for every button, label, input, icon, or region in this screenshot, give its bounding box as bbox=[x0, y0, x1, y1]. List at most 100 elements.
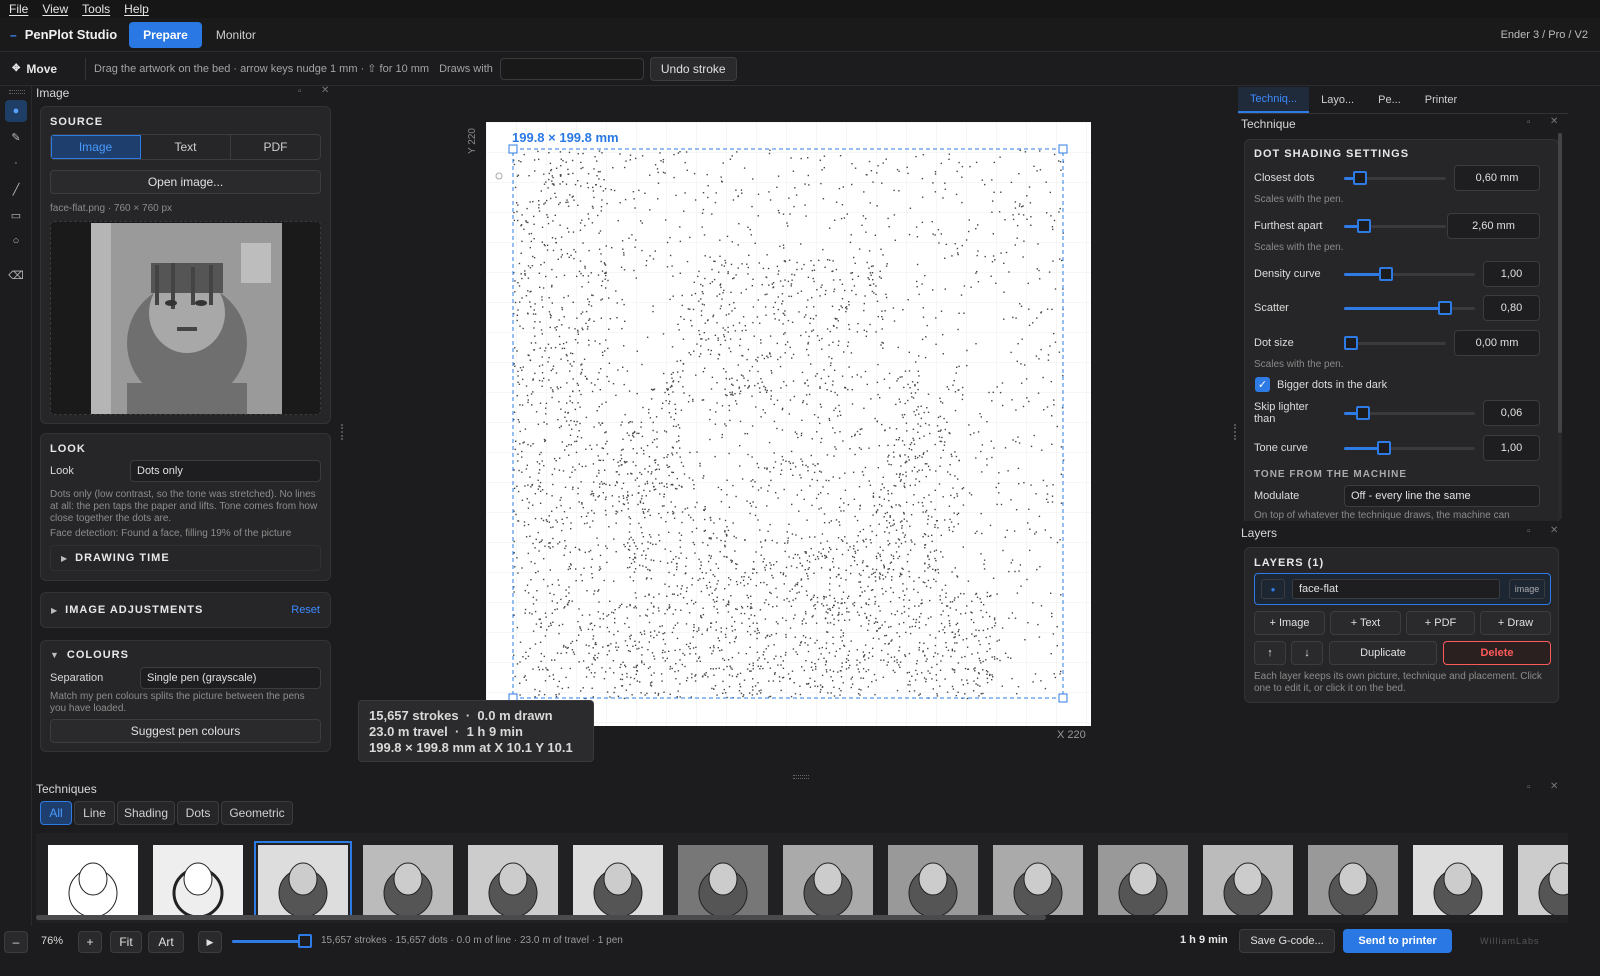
setting-slider[interactable] bbox=[1344, 336, 1446, 350]
slider-knob[interactable] bbox=[1357, 219, 1372, 233]
setting-value-field[interactable]: 0,80 bbox=[1483, 295, 1540, 321]
setting-value-field[interactable]: 0,60 mm bbox=[1454, 165, 1540, 191]
drag-handle-icon[interactable] bbox=[9, 90, 25, 94]
technique-thumbnail[interactable] bbox=[48, 845, 138, 915]
zoom-out-button[interactable]: – bbox=[4, 931, 28, 953]
tab-printer[interactable]: Printer bbox=[1413, 94, 1469, 106]
pane-close-icon[interactable]: ✕ bbox=[1550, 525, 1558, 536]
move-up-button[interactable]: ↑ bbox=[1254, 641, 1286, 665]
slider-knob[interactable] bbox=[1352, 171, 1367, 185]
setting-slider[interactable] bbox=[1344, 219, 1446, 233]
technique-thumbnail[interactable] bbox=[888, 845, 978, 915]
slider-knob[interactable] bbox=[1376, 441, 1391, 455]
visibility-icon[interactable]: ● bbox=[1261, 579, 1285, 599]
look-select[interactable]: Dots only bbox=[130, 460, 321, 482]
technique-thumbnail[interactable] bbox=[573, 845, 663, 915]
reset-button[interactable]: Reset bbox=[291, 604, 320, 616]
tab-technique[interactable]: Techniq... bbox=[1238, 86, 1310, 113]
tab-monitor[interactable]: Monitor bbox=[202, 22, 270, 48]
open-image-button[interactable]: Open image... bbox=[50, 170, 321, 194]
rectangle-icon[interactable]: ▭ bbox=[5, 204, 27, 226]
setting-value-field[interactable]: 1,00 bbox=[1483, 435, 1540, 461]
duplicate-button[interactable]: Duplicate bbox=[1329, 641, 1437, 665]
technique-thumbnail[interactable] bbox=[1308, 845, 1398, 915]
print-bed[interactable]: 199.8 × 199.8 mm bbox=[486, 122, 1091, 726]
pane-close-icon[interactable]: ✕ bbox=[321, 85, 329, 96]
cursor-icon[interactable]: ● bbox=[5, 100, 27, 122]
tab-layout[interactable]: Layo... bbox=[1309, 94, 1366, 106]
slider-knob[interactable] bbox=[1379, 267, 1394, 281]
technique-thumbnail[interactable] bbox=[993, 845, 1083, 915]
delete-button[interactable]: Delete bbox=[1443, 641, 1551, 665]
separation-select[interactable]: Single pen (grayscale) bbox=[140, 667, 321, 689]
setting-value-field[interactable]: 2,60 mm bbox=[1447, 213, 1540, 239]
technique-thumbnail[interactable] bbox=[254, 841, 352, 919]
technique-thumbnail[interactable] bbox=[678, 845, 768, 915]
image-adjustments-panel[interactable]: ▶ IMAGE ADJUSTMENTS Reset bbox=[40, 592, 331, 628]
suggest-pen-colours-button[interactable]: Suggest pen colours bbox=[50, 719, 321, 743]
layer-name-field[interactable]: face-flat bbox=[1292, 579, 1500, 599]
art-button[interactable]: Art bbox=[148, 931, 184, 953]
source-tab-image[interactable]: Image bbox=[51, 135, 141, 159]
send-to-printer-button[interactable]: Send to printer bbox=[1343, 929, 1452, 953]
setting-slider[interactable] bbox=[1344, 441, 1475, 455]
dot-icon[interactable]: · bbox=[5, 152, 27, 174]
move-down-button[interactable]: ↓ bbox=[1291, 641, 1323, 665]
playback-knob[interactable] bbox=[298, 934, 312, 948]
technique-thumbnail[interactable] bbox=[153, 845, 243, 915]
right-splitter[interactable] bbox=[1234, 424, 1236, 440]
slider-knob[interactable] bbox=[1344, 336, 1358, 350]
setting-slider[interactable] bbox=[1344, 406, 1475, 420]
save-gcode-button[interactable]: Save G-code... bbox=[1239, 929, 1335, 953]
fit-button[interactable]: Fit bbox=[110, 931, 142, 953]
pane-float-icon[interactable]: ▫ bbox=[298, 86, 302, 97]
technique-thumbnail[interactable] bbox=[1203, 845, 1293, 915]
technique-thumbnail[interactable] bbox=[783, 845, 873, 915]
line-icon[interactable]: ╱ bbox=[5, 178, 27, 200]
add-image-button[interactable]: + Image bbox=[1254, 611, 1325, 635]
artwork-preview[interactable] bbox=[486, 122, 1091, 726]
tab-pen[interactable]: Pe... bbox=[1366, 94, 1413, 106]
menu-help[interactable]: Help bbox=[124, 2, 149, 16]
pane-float-icon[interactable]: ▫ bbox=[1527, 117, 1531, 128]
colours-header[interactable]: ▼ COLOURS bbox=[50, 649, 129, 661]
settings-scrollbar[interactable] bbox=[1558, 133, 1562, 519]
filter-line[interactable]: Line bbox=[74, 801, 115, 825]
technique-thumbnail[interactable] bbox=[1518, 845, 1568, 915]
eraser-icon[interactable]: ⌫ bbox=[5, 264, 27, 286]
rotate-handle[interactable] bbox=[495, 172, 503, 180]
pane-close-icon[interactable]: ✕ bbox=[1550, 781, 1558, 792]
pane-close-icon[interactable]: ✕ bbox=[1550, 116, 1558, 127]
filter-all[interactable]: All bbox=[40, 801, 72, 825]
technique-thumbnail[interactable] bbox=[363, 845, 453, 915]
circle-icon[interactable]: ○ bbox=[5, 230, 27, 252]
source-tab-text[interactable]: Text bbox=[141, 135, 231, 159]
menu-view[interactable]: View bbox=[42, 2, 68, 16]
add-draw-button[interactable]: + Draw bbox=[1480, 611, 1551, 635]
source-tab-pdf[interactable]: PDF bbox=[231, 135, 320, 159]
pane-float-icon[interactable]: ▫ bbox=[1527, 782, 1531, 793]
menu-file[interactable]: File bbox=[9, 2, 28, 16]
slider-knob[interactable] bbox=[1355, 406, 1370, 420]
setting-value-field[interactable]: 0,06 bbox=[1483, 400, 1540, 426]
technique-thumbnail[interactable] bbox=[1098, 845, 1188, 915]
modulate-select[interactable]: Off - every line the same bbox=[1344, 485, 1540, 507]
setting-value-field[interactable]: 0,00 mm bbox=[1454, 330, 1540, 356]
technique-thumbnail[interactable] bbox=[1413, 845, 1503, 915]
setting-value-field[interactable]: 1,00 bbox=[1483, 261, 1540, 287]
undo-stroke-button[interactable]: Undo stroke bbox=[649, 56, 737, 81]
pen-icon[interactable]: ✎ bbox=[5, 126, 27, 148]
setting-slider[interactable] bbox=[1344, 301, 1475, 315]
add-pdf-button[interactable]: + PDF bbox=[1406, 611, 1475, 635]
layer-row[interactable]: ● face-flat image bbox=[1254, 573, 1551, 605]
gallery-scrollbar[interactable] bbox=[36, 915, 1046, 920]
machine-name[interactable]: Ender 3 / Pro / V2 bbox=[1501, 29, 1588, 41]
play-icon[interactable]: ▶ bbox=[198, 931, 222, 953]
add-text-button[interactable]: + Text bbox=[1330, 611, 1401, 635]
filter-shading[interactable]: Shading bbox=[117, 801, 175, 825]
resize-handle[interactable] bbox=[1058, 144, 1068, 154]
resize-handle[interactable] bbox=[1058, 693, 1068, 703]
drawing-time-toggle[interactable]: ▶ DRAWING TIME bbox=[50, 545, 321, 571]
draws-with-field[interactable] bbox=[499, 57, 644, 80]
playback-slider[interactable] bbox=[232, 934, 312, 948]
